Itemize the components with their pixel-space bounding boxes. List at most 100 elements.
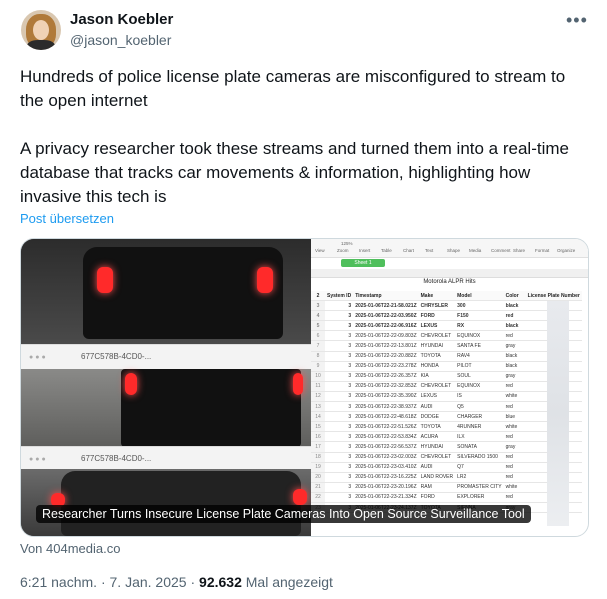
- table-cell: 3: [325, 320, 354, 332]
- table-cell: HYUNDAI: [418, 441, 456, 453]
- table-cell: 3: [325, 330, 354, 342]
- table-cell: 2025-01-06T22-22-38.937Z: [353, 401, 419, 413]
- toolbar-item[interactable]: View: [315, 248, 325, 253]
- toolbar-item[interactable]: Chart: [403, 248, 414, 253]
- toolbar-item[interactable]: Text: [425, 248, 433, 253]
- table-cell: Q5: [455, 401, 504, 413]
- table-cell: red: [503, 431, 526, 443]
- tail-light: [293, 373, 303, 395]
- table-row: 21 3 2025-01-06T22-23-20.196Z RAM PROMASTER …: [311, 482, 582, 493]
- header-cell: Color: [503, 291, 526, 302]
- table-cell: 3: [325, 340, 354, 352]
- table-cell: LR2: [455, 472, 504, 483]
- table-row: 22 3 2025-01-06T22-23-21.334Z FORD EXPLORER r…: [311, 492, 582, 503]
- table-cell: red: [503, 381, 526, 392]
- toolbar-item[interactable]: Zoom: [337, 248, 349, 253]
- sheet-title: Motorola ALPR Hits: [423, 279, 476, 285]
- toolbar-item[interactable]: Media: [469, 248, 481, 253]
- toolbar-item[interactable]: Organize: [557, 248, 575, 253]
- table-cell: white: [503, 421, 526, 433]
- link-card[interactable]: ●●● 677C578B-4CD0-... ●●● 677C578B-4CD0-…: [20, 238, 589, 537]
- header-cell: Timestamp: [353, 291, 419, 302]
- post-date[interactable]: 7. Jan. 2025: [110, 574, 187, 590]
- column-headers: [311, 269, 588, 278]
- table-cell: FORD: [418, 492, 456, 503]
- table-cell: 2025-01-06T22-22-23.278Z: [353, 361, 419, 372]
- table-cell: CHEVROLET: [418, 452, 456, 463]
- table-cell: TOYOTA: [418, 351, 456, 362]
- toolbar-item[interactable]: Insert: [359, 248, 370, 253]
- table-cell: ACURA: [418, 431, 456, 443]
- table-cell: 3: [325, 462, 354, 473]
- table-cell: 4RUNNER: [455, 421, 504, 433]
- sheet-table: 2 System ID Timestamp Make Model Color L…: [311, 291, 582, 514]
- table-cell: RAM: [418, 482, 456, 493]
- table-cell: 3: [325, 411, 354, 423]
- viewer-filename: 677C578B-4CD0-...: [81, 454, 152, 463]
- table-cell: 3: [325, 482, 354, 493]
- avatar-face: [33, 20, 49, 40]
- header-cell: Model: [455, 291, 504, 302]
- source-link[interactable]: Von 404media.co: [20, 541, 120, 556]
- avatar-shirt: [27, 40, 55, 50]
- table-cell: 3: [325, 492, 354, 503]
- table-cell: PROMASTER CITY: [455, 482, 504, 493]
- table-row: 5 3 2025-01-06T22-22-06.916Z LEXUS RX black: [311, 320, 582, 332]
- table-cell: 2025-01-06T22-22-32.853Z: [353, 381, 419, 392]
- row-number: 13: [311, 401, 325, 413]
- more-horizontal-icon[interactable]: •••: [566, 10, 588, 31]
- table-cell: RAV4: [455, 351, 504, 362]
- truck-rear: [121, 369, 301, 447]
- table-cell: 3: [325, 310, 354, 322]
- table-cell: F150: [455, 310, 504, 322]
- table-cell: HYUNDAI: [418, 340, 456, 352]
- translate-link[interactable]: Post übersetzen: [20, 211, 114, 226]
- table-cell: DODGE: [418, 411, 456, 423]
- car-rear: [61, 471, 301, 536]
- table-cell: red: [503, 310, 526, 322]
- row-number: 16: [311, 431, 325, 443]
- table-cell: TOYOTA: [418, 421, 456, 433]
- camera-screenshots: ●●● 677C578B-4CD0-... ●●● 677C578B-4CD0-…: [21, 239, 311, 536]
- row-number: 4: [311, 310, 325, 322]
- table-cell: 3: [325, 391, 354, 403]
- table-row: 11 3 2025-01-06T22-22-32.853Z CHEVROLET EQUI…: [311, 381, 582, 392]
- viewer-toolbar: ●●● 677C578B-4CD0-...: [21, 344, 311, 370]
- table-cell: 2025-01-06T22-22-48.618Z: [353, 411, 419, 423]
- author-handle[interactable]: @jason_koebler: [70, 32, 171, 48]
- toolbar-item[interactable]: Shape: [447, 248, 460, 253]
- table-row: 14 3 2025-01-06T22-22-48.618Z DODGE CHARGER b…: [311, 411, 582, 423]
- avatar[interactable]: [21, 10, 61, 50]
- table-cell: 3: [325, 452, 354, 463]
- tweet: Jason Koebler @jason_koebler ••• Hundred…: [0, 0, 607, 599]
- table-cell: SANTA FE: [455, 340, 504, 352]
- tail-light: [293, 489, 307, 505]
- table-cell: LAND ROVER: [418, 472, 456, 483]
- camera-image-3: [21, 469, 311, 536]
- spreadsheet: 125% View Zoom Insert Table Chart Text Shape Me…: [311, 239, 588, 536]
- table-cell: 2025-01-06T22-22-56.537Z: [353, 441, 419, 453]
- toolbar-item[interactable]: Share: [513, 248, 525, 253]
- table-cell: 2025-01-06T22-23-03.410Z: [353, 462, 419, 473]
- table-cell: 2025-01-06T22-22-35.390Z: [353, 391, 419, 403]
- table-cell: AUDI: [418, 462, 456, 473]
- table-cell: EQUINOX: [455, 330, 504, 342]
- table-cell: 3: [325, 401, 354, 413]
- table-cell: 2025-01-06T22-22-53.834Z: [353, 431, 419, 443]
- post-time[interactable]: 6:21 nachm.: [20, 574, 97, 590]
- table-cell: red: [503, 452, 526, 463]
- author-name[interactable]: Jason Koebler: [70, 11, 173, 28]
- toolbar-item[interactable]: Format: [535, 248, 549, 253]
- toolbar-item[interactable]: Comment: [491, 248, 511, 253]
- table-cell: 2025-01-06T22-23-16.225Z: [353, 472, 419, 483]
- row-number: 7: [311, 340, 325, 352]
- row-number: 18: [311, 452, 325, 463]
- row-number: 11: [311, 381, 325, 392]
- table-row: 8 3 2025-01-06T22-22-20.882Z TOYOTA RAV4 blac…: [311, 351, 582, 362]
- table-cell: 2025-01-06T22-23-02.003Z: [353, 452, 419, 463]
- toolbar-item[interactable]: Table: [381, 248, 392, 253]
- separator: ·: [97, 574, 110, 590]
- sheet-tab[interactable]: Sheet 1: [341, 259, 385, 267]
- table-cell: 3: [325, 361, 354, 372]
- header-cell: License Plate Number: [525, 291, 582, 302]
